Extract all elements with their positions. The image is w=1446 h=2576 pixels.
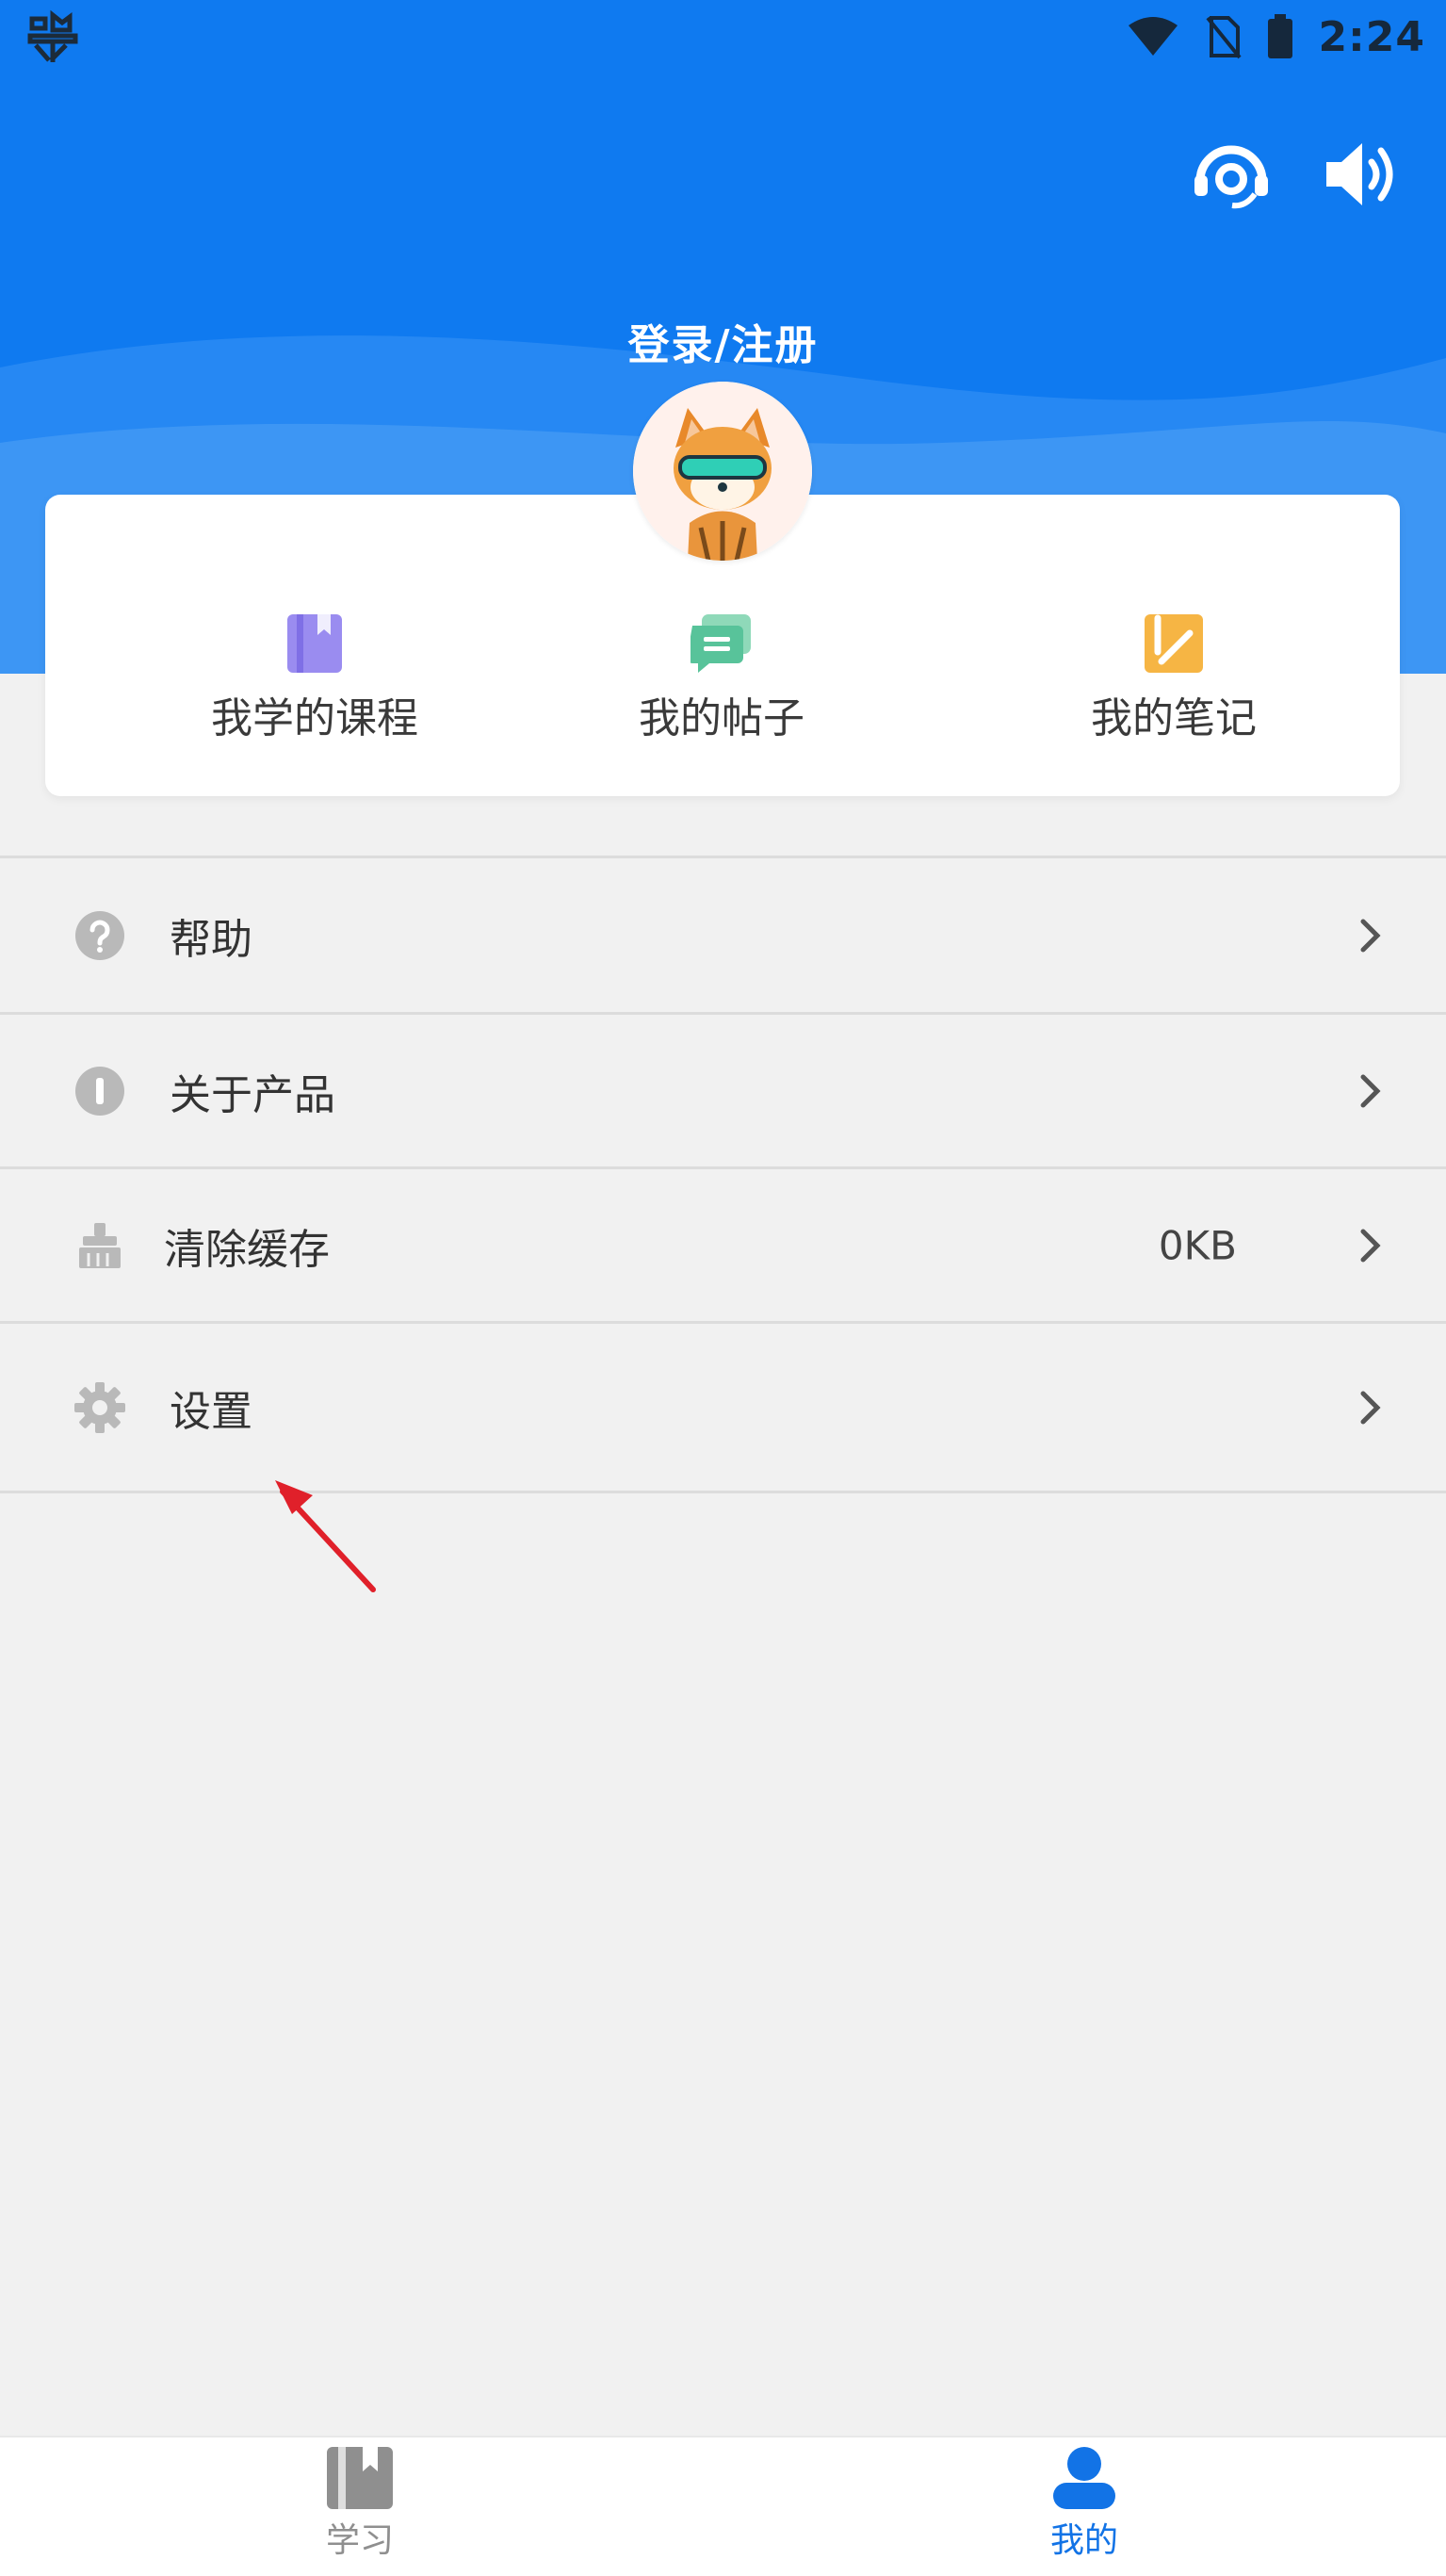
chevron-right-icon	[1360, 1074, 1381, 1107]
wifi-icon	[1128, 17, 1178, 56]
menu-item-label: 清除缓存	[164, 1225, 330, 1274]
settings-menu: 帮助 关于产品 清除缓存 0KB 设置	[0, 856, 1446, 1493]
annotation-arrow	[275, 1480, 376, 1592]
status-bar: 2:24	[0, 0, 1446, 73]
menu-item-clear-cache[interactable]: 清除缓存 0KB	[0, 1169, 1446, 1321]
chevron-right-icon	[1360, 1229, 1381, 1262]
no-sim-icon	[1205, 16, 1242, 59]
chevron-right-icon	[1360, 919, 1381, 952]
app-notification-icon	[27, 9, 78, 62]
my-courses-button[interactable]: 我学的课程	[145, 612, 484, 744]
my-notes-label: 我的笔记	[1091, 694, 1257, 742]
my-posts-button[interactable]: 我的帖子	[552, 612, 891, 744]
menu-item-label: 帮助	[170, 915, 252, 964]
speaker-icon[interactable]	[1317, 132, 1402, 217]
info-icon	[75, 1066, 124, 1116]
gear-icon	[74, 1381, 125, 1433]
menu-item-help[interactable]: 帮助	[0, 858, 1446, 1012]
menu-item-label: 关于产品	[170, 1070, 335, 1119]
tab-label: 学习	[325, 2521, 394, 2560]
chevron-right-icon	[1360, 1391, 1381, 1424]
status-time: 2:24	[1318, 12, 1425, 61]
menu-item-settings[interactable]: 设置	[0, 1324, 1446, 1491]
cache-size-value: 0KB	[1158, 1222, 1237, 1268]
tab-mine[interactable]: 我的	[990, 2445, 1178, 2562]
fox-avatar-illustration	[633, 382, 812, 561]
broom-icon	[79, 1222, 121, 1268]
login-register-link[interactable]: 登录/注册	[0, 311, 1446, 371]
bottom-tab-bar: 学习 我的	[0, 2436, 1446, 2576]
person-tab-icon	[1053, 2447, 1115, 2509]
divider	[0, 1491, 1446, 1493]
book-tab-icon	[327, 2447, 393, 2509]
my-notes-button[interactable]: 我的笔记	[1004, 612, 1343, 744]
headset-icon[interactable]	[1189, 132, 1274, 217]
my-posts-label: 我的帖子	[639, 694, 804, 742]
menu-item-label: 设置	[170, 1387, 252, 1436]
my-courses-label: 我学的课程	[211, 694, 418, 742]
tab-study[interactable]: 学习	[266, 2445, 454, 2562]
menu-item-about[interactable]: 关于产品	[0, 1015, 1446, 1166]
note-icon	[1145, 614, 1203, 673]
tab-label: 我的	[1049, 2521, 1118, 2560]
avatar[interactable]	[633, 382, 812, 561]
book-icon	[287, 614, 342, 673]
chat-icon	[691, 614, 751, 673]
help-icon	[75, 910, 124, 960]
battery-icon	[1267, 14, 1292, 58]
